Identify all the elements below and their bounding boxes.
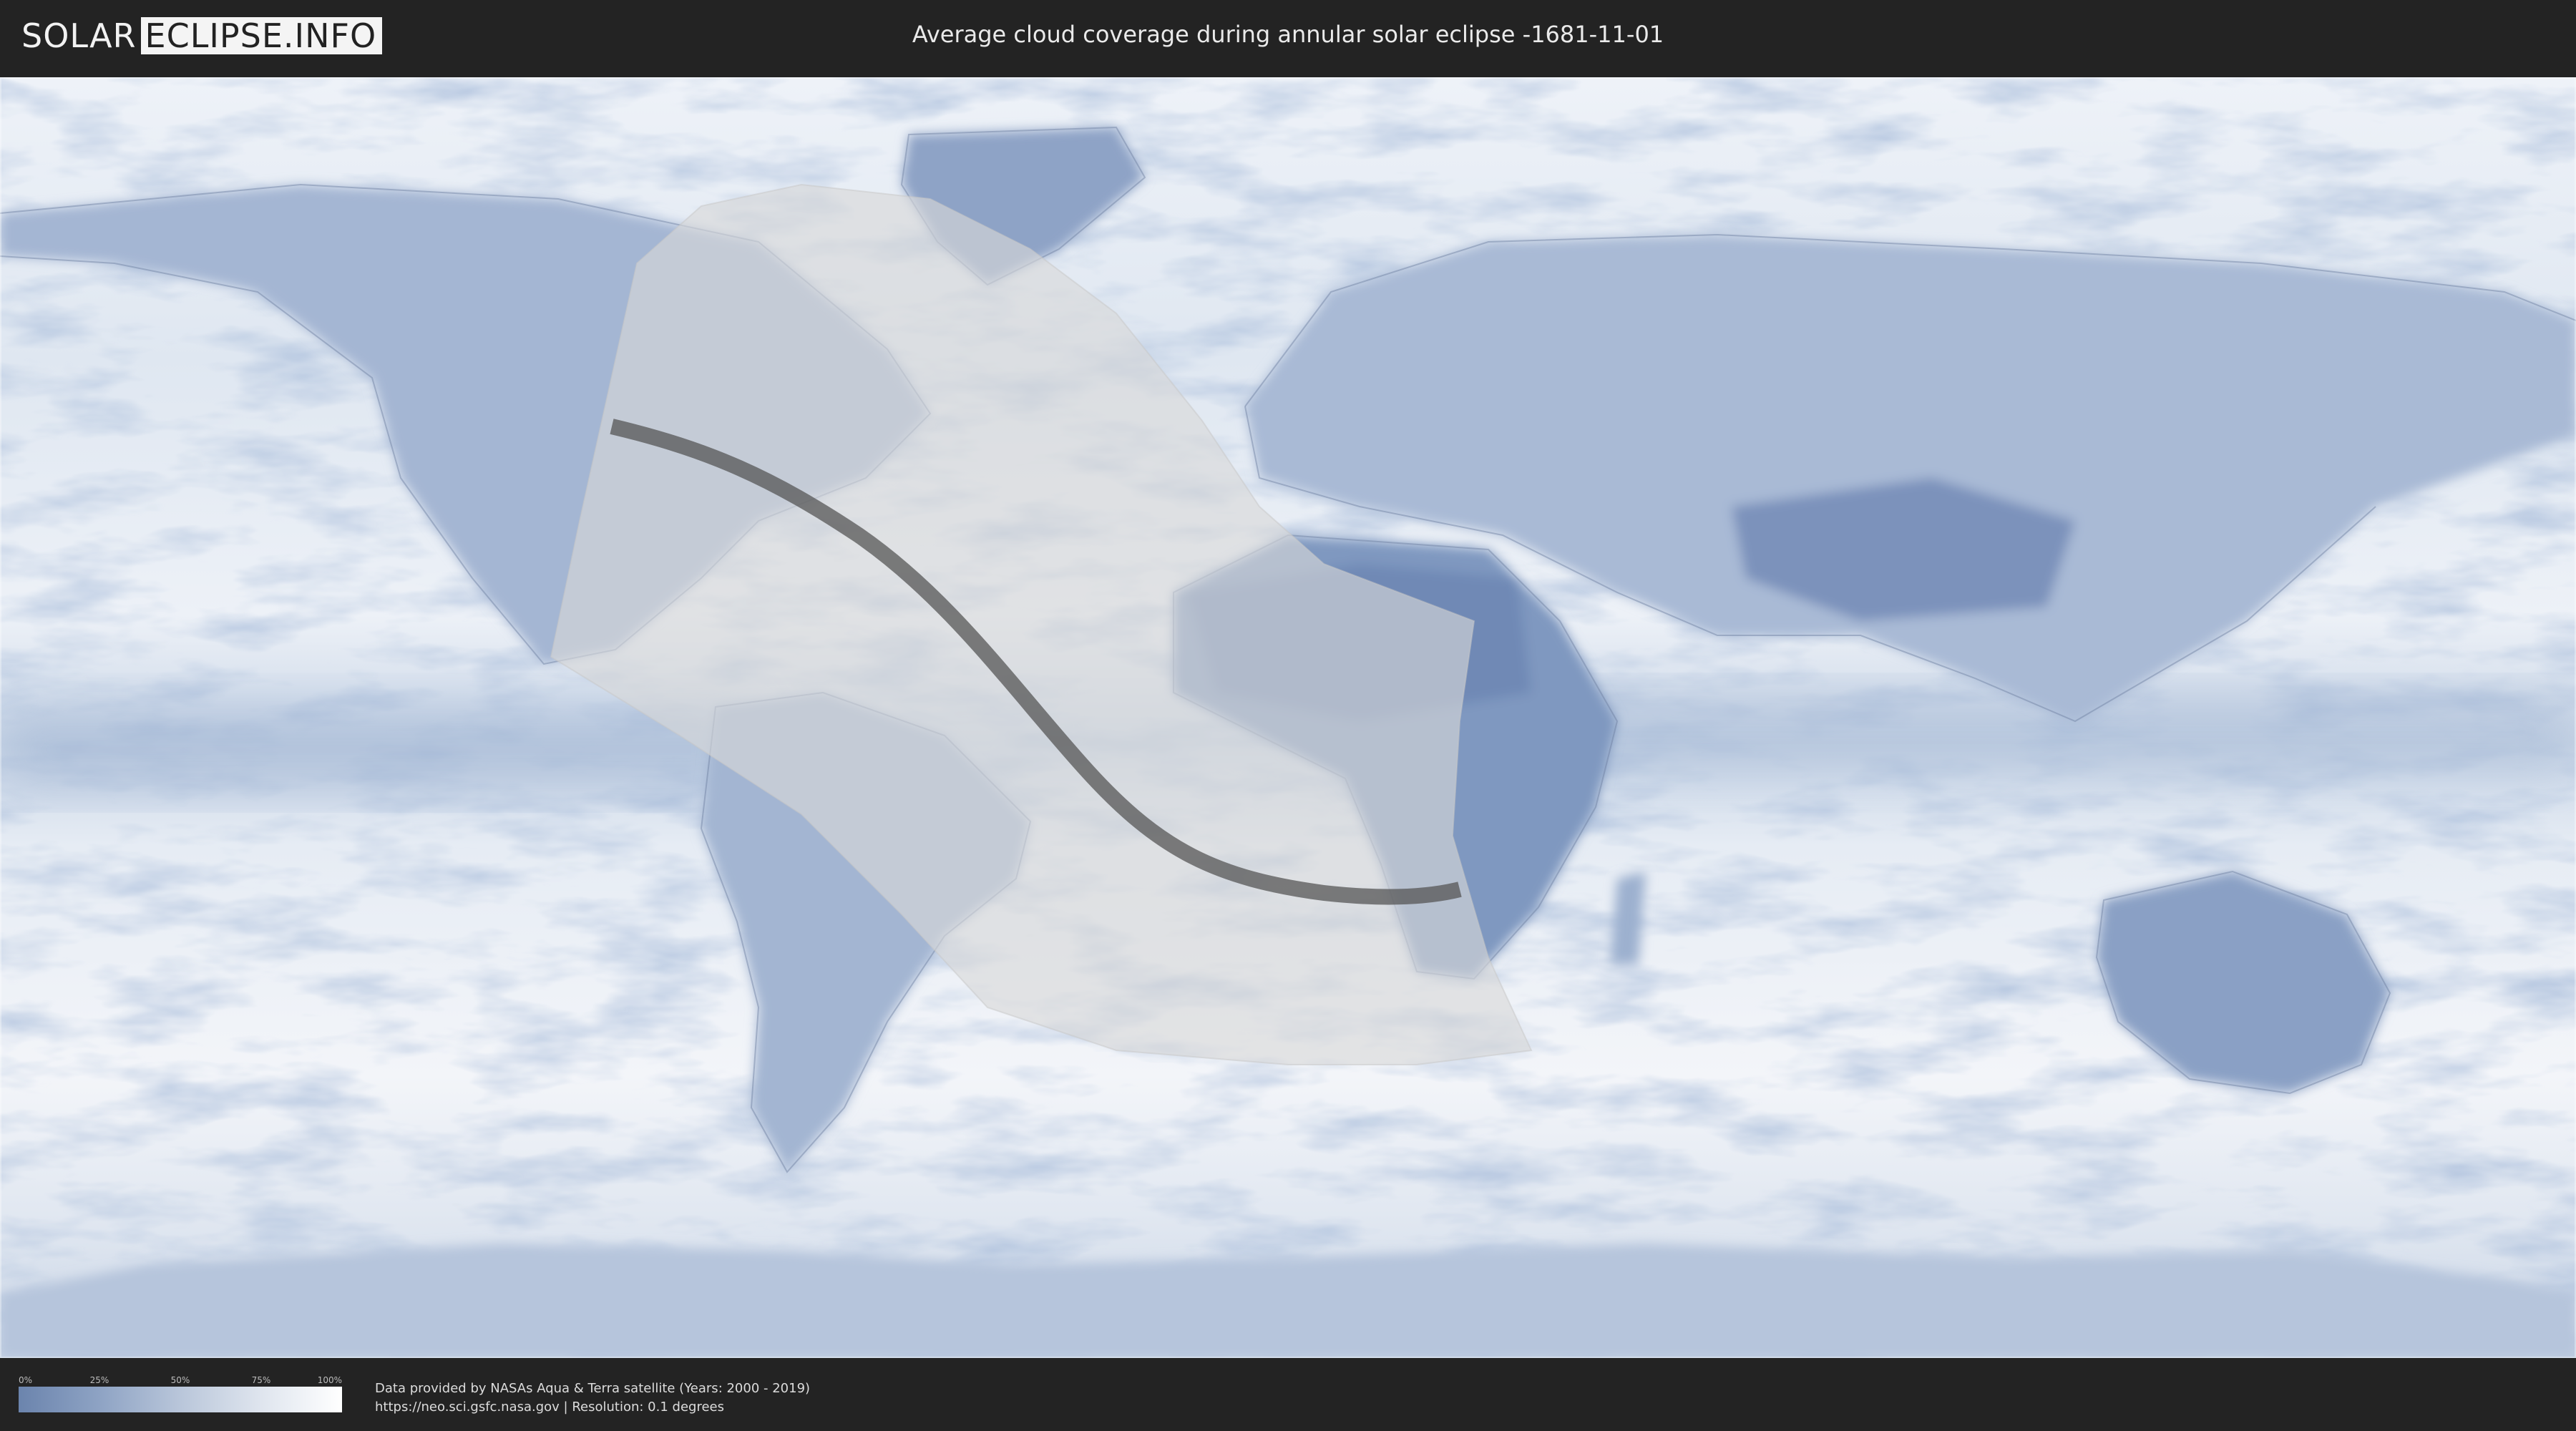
data-credits: Data provided by NASAs Aqua & Terra sate… bbox=[375, 1379, 810, 1417]
cloud-coverage-legend: 0% 25% 50% 75% 100% bbox=[19, 1375, 342, 1412]
legend-gradient-bar bbox=[19, 1387, 342, 1412]
legend-tick: 50% bbox=[170, 1375, 190, 1385]
legend-tick: 25% bbox=[89, 1375, 109, 1385]
page: SOLAR ECLIPSE.INFO Average cloud coverag… bbox=[0, 0, 2576, 1431]
legend-tick: 0% bbox=[19, 1375, 33, 1385]
legend-tick: 100% bbox=[317, 1375, 342, 1385]
credits-line-url[interactable]: https://neo.sci.gsfc.nasa.gov | Resoluti… bbox=[375, 1398, 810, 1417]
credits-line-source: Data provided by NASAs Aqua & Terra sate… bbox=[375, 1381, 811, 1396]
landmass-antarctica bbox=[0, 1244, 2576, 1358]
header: SOLAR ECLIPSE.INFO Average cloud coverag… bbox=[0, 0, 2576, 72]
cloud-coverage-map[interactable] bbox=[0, 77, 2576, 1358]
map-svg bbox=[0, 77, 2576, 1358]
page-title: Average cloud coverage during annular so… bbox=[912, 21, 1664, 48]
legend-ticks: 0% 25% 50% 75% 100% bbox=[19, 1375, 342, 1387]
legend-tick: 75% bbox=[251, 1375, 271, 1385]
footer: 0% 25% 50% 75% 100% Data provided by NAS… bbox=[0, 1359, 2576, 1431]
